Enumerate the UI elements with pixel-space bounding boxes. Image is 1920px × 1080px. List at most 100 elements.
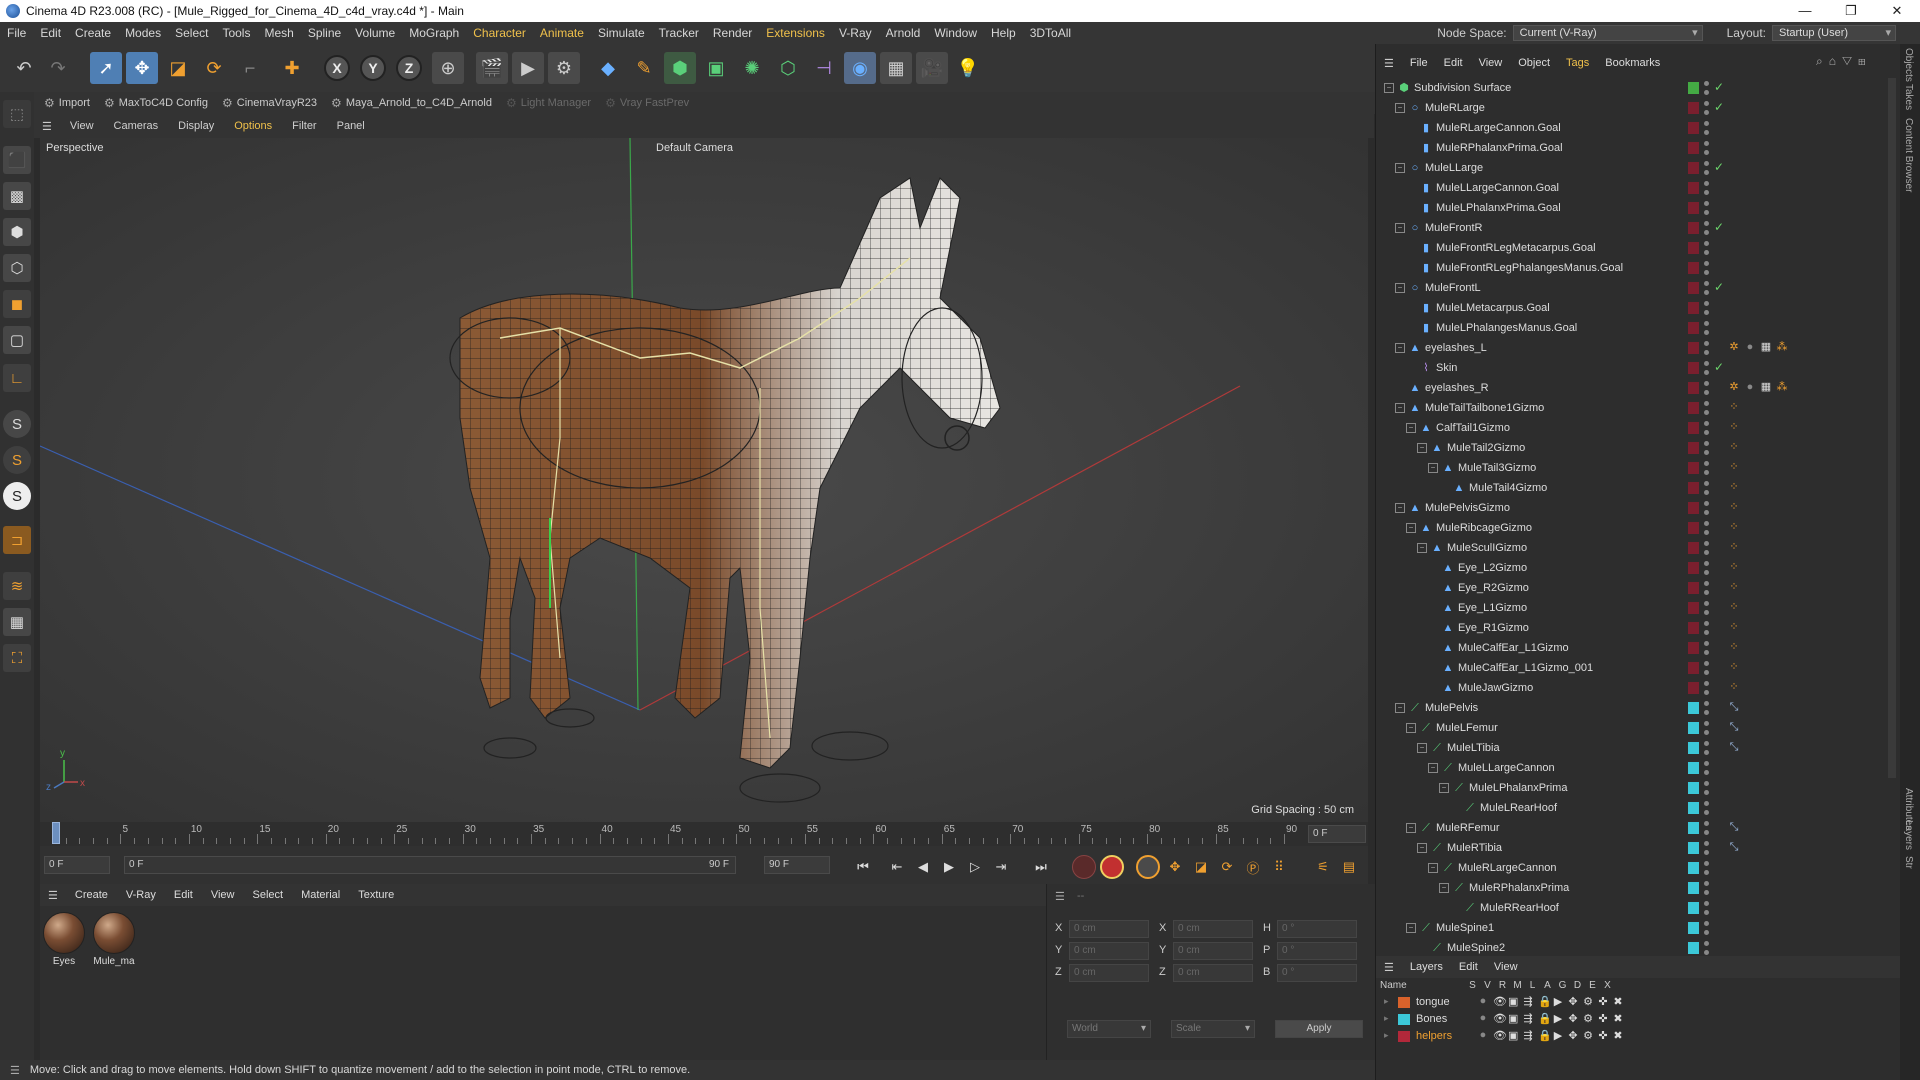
- menu-3dtoall[interactable]: 3DToAll: [1023, 26, 1078, 40]
- expand-toggle-icon[interactable]: −: [1406, 423, 1416, 433]
- display-tag-icon[interactable]: ⁘: [1728, 461, 1740, 473]
- object-row[interactable]: − ⬢ Subdivision Surface ✓: [1376, 78, 1886, 98]
- layer-row[interactable]: ▸ tongue ● 👁 ▣ ⇶ 🔒 ▶ ✥ ⚙ ✜ ✖: [1376, 994, 1901, 1011]
- expand-toggle-icon[interactable]: −: [1439, 883, 1449, 893]
- menu-file[interactable]: File: [0, 26, 33, 40]
- visibility-dots-icon[interactable]: [1704, 901, 1709, 915]
- visibility-dots-icon[interactable]: [1704, 161, 1709, 175]
- menu-character[interactable]: Character: [466, 26, 533, 40]
- expand-toggle-icon[interactable]: −: [1406, 823, 1416, 833]
- layer-color-swatch[interactable]: [1688, 322, 1699, 334]
- object-menu-bookmarks[interactable]: Bookmarks: [1597, 57, 1668, 69]
- vray-tag-icon[interactable]: ✲: [1728, 381, 1740, 393]
- generator-icon[interactable]: ✥: [1568, 995, 1578, 1008]
- menu-simulate[interactable]: Simulate: [591, 26, 652, 40]
- generator-icon[interactable]: ✥: [1568, 1029, 1578, 1042]
- object-row[interactable]: − ▲ MuleSculIGizmo ⁘: [1376, 538, 1886, 558]
- layers-menu-layers[interactable]: Layers: [1402, 961, 1451, 973]
- expand-toggle-icon[interactable]: −: [1417, 543, 1427, 553]
- object-row[interactable]: − ⟋ MuleRTibia ⤡: [1376, 838, 1886, 858]
- expand-toggle-icon[interactable]: −: [1395, 223, 1405, 233]
- layer-color-swatch[interactable]: [1688, 482, 1699, 494]
- object-row[interactable]: ▮ MuleLPhalanxPrima.Goal: [1376, 198, 1886, 218]
- recent-tool-icon[interactable]: ⌐: [234, 52, 266, 84]
- go-to-end-icon[interactable]: ⏭: [1030, 856, 1052, 878]
- visibility-dots-icon[interactable]: [1704, 101, 1709, 115]
- display-tag-icon[interactable]: ⁘: [1728, 661, 1740, 673]
- deformer-icon[interactable]: ⚙: [1583, 995, 1593, 1008]
- object-row[interactable]: ▲ Eye_L1Gizmo ⁘: [1376, 598, 1886, 618]
- menu-help[interactable]: Help: [984, 26, 1023, 40]
- object-row[interactable]: ▮ MuleLLargeCannon.Goal: [1376, 178, 1886, 198]
- expand-toggle-icon[interactable]: −: [1406, 723, 1416, 733]
- expression-icon[interactable]: ✜: [1598, 1029, 1608, 1042]
- viewport-camera-label[interactable]: Default Camera: [656, 142, 733, 154]
- texture-mode-icon[interactable]: ▩: [3, 182, 31, 210]
- layer-color-swatch[interactable]: [1688, 882, 1699, 894]
- object-row[interactable]: ▮ MuleLMetacarpus.Goal: [1376, 298, 1886, 318]
- enabled-check-icon[interactable]: ✓: [1714, 360, 1724, 374]
- axis-mode-icon[interactable]: ∟: [3, 364, 31, 392]
- animation-icon[interactable]: ▶: [1553, 995, 1563, 1008]
- visibility-dots-icon[interactable]: [1704, 201, 1709, 215]
- visibility-dots-icon[interactable]: [1704, 941, 1709, 955]
- side-tab-content-browser[interactable]: Content Browser: [1903, 118, 1914, 192]
- key-rotation-icon[interactable]: ⟳: [1216, 856, 1238, 878]
- viewport-menu-options[interactable]: Options: [224, 120, 282, 132]
- object-row[interactable]: − ⟋ MuleLFemur ⤡: [1376, 718, 1886, 738]
- magnet-icon[interactable]: ⊐: [3, 526, 31, 554]
- minimize-button[interactable]: —: [1782, 0, 1828, 22]
- start-frame-field[interactable]: 0 F: [44, 856, 110, 874]
- side-tab-takes[interactable]: Takes: [1903, 84, 1914, 110]
- layer-color-swatch[interactable]: [1688, 842, 1699, 854]
- edges-mode-icon[interactable]: ⬡: [3, 254, 31, 282]
- visibility-dots-icon[interactable]: [1704, 501, 1709, 515]
- layer-color-swatch[interactable]: [1688, 702, 1699, 714]
- expression-icon[interactable]: ✜: [1598, 1012, 1608, 1025]
- menu-mograph[interactable]: MoGraph: [402, 26, 466, 40]
- enabled-check-icon[interactable]: ✓: [1714, 220, 1724, 234]
- object-row[interactable]: ⟋ MuleSpine2: [1376, 938, 1886, 958]
- object-row[interactable]: ▲ Eye_R1Gizmo ⁘: [1376, 618, 1886, 638]
- material-tag-icon[interactable]: ●: [1744, 341, 1756, 353]
- render-icon[interactable]: ▣: [1508, 995, 1518, 1008]
- texture-tag-icon[interactable]: ▦: [1760, 341, 1772, 353]
- object-row[interactable]: − ▲ MuleTail2Gizmo ⁘: [1376, 438, 1886, 458]
- menu-create[interactable]: Create: [68, 26, 118, 40]
- ik-tag-icon[interactable]: ⤡: [1728, 841, 1740, 853]
- object-row[interactable]: − ⟋ MuleRLargeCannon: [1376, 858, 1886, 878]
- viewport-menu-view[interactable]: View: [60, 120, 104, 132]
- object-row[interactable]: − ▲ MulePelvisGizmo ⁘: [1376, 498, 1886, 518]
- visibility-dots-icon[interactable]: [1704, 361, 1709, 375]
- object-row[interactable]: − ○ MuleFrontR ✓: [1376, 218, 1886, 238]
- visibility-dots-icon[interactable]: [1704, 121, 1709, 135]
- object-row[interactable]: ▲ MuleCalfEar_L1Gizmo ⁘: [1376, 638, 1886, 658]
- layer-color-swatch[interactable]: [1688, 942, 1699, 954]
- layer-color-swatch[interactable]: [1398, 1014, 1410, 1025]
- side-tab-objects[interactable]: Objects: [1903, 48, 1914, 82]
- plugin-import[interactable]: Import: [59, 97, 100, 109]
- layer-color-swatch[interactable]: [1398, 997, 1410, 1008]
- expand-toggle-icon[interactable]: −: [1395, 163, 1405, 173]
- node-space-dropdown[interactable]: Current (V-Ray): [1512, 25, 1703, 41]
- uv-mode-icon[interactable]: ▢: [3, 326, 31, 354]
- menu-modes[interactable]: Modes: [118, 26, 168, 40]
- object-row[interactable]: ▲ Eye_L2Gizmo ⁘: [1376, 558, 1886, 578]
- layer-color-swatch[interactable]: [1688, 222, 1699, 234]
- object-menu-file[interactable]: File: [1402, 57, 1436, 69]
- y-axis-lock-icon[interactable]: Y: [360, 55, 386, 81]
- side-tab-layers[interactable]: Layers: [1903, 820, 1914, 850]
- coord-pos-field[interactable]: 0 cm: [1069, 964, 1149, 982]
- material-menu-edit[interactable]: Edit: [165, 889, 202, 901]
- visibility-dots-icon[interactable]: [1704, 821, 1709, 835]
- visibility-dots-icon[interactable]: [1704, 241, 1709, 255]
- xref-icon[interactable]: ✖: [1613, 995, 1623, 1008]
- visibility-icon[interactable]: 👁: [1493, 1029, 1507, 1042]
- layer-name[interactable]: tongue: [1416, 996, 1450, 1008]
- visibility-dots-icon[interactable]: [1704, 421, 1709, 435]
- next-key-icon[interactable]: ⇥: [990, 856, 1012, 878]
- layer-color-swatch[interactable]: [1688, 922, 1699, 934]
- polygons-mode-icon[interactable]: ◼: [3, 290, 31, 318]
- visibility-dots-icon[interactable]: [1704, 481, 1709, 495]
- layer-color-swatch[interactable]: [1688, 362, 1699, 374]
